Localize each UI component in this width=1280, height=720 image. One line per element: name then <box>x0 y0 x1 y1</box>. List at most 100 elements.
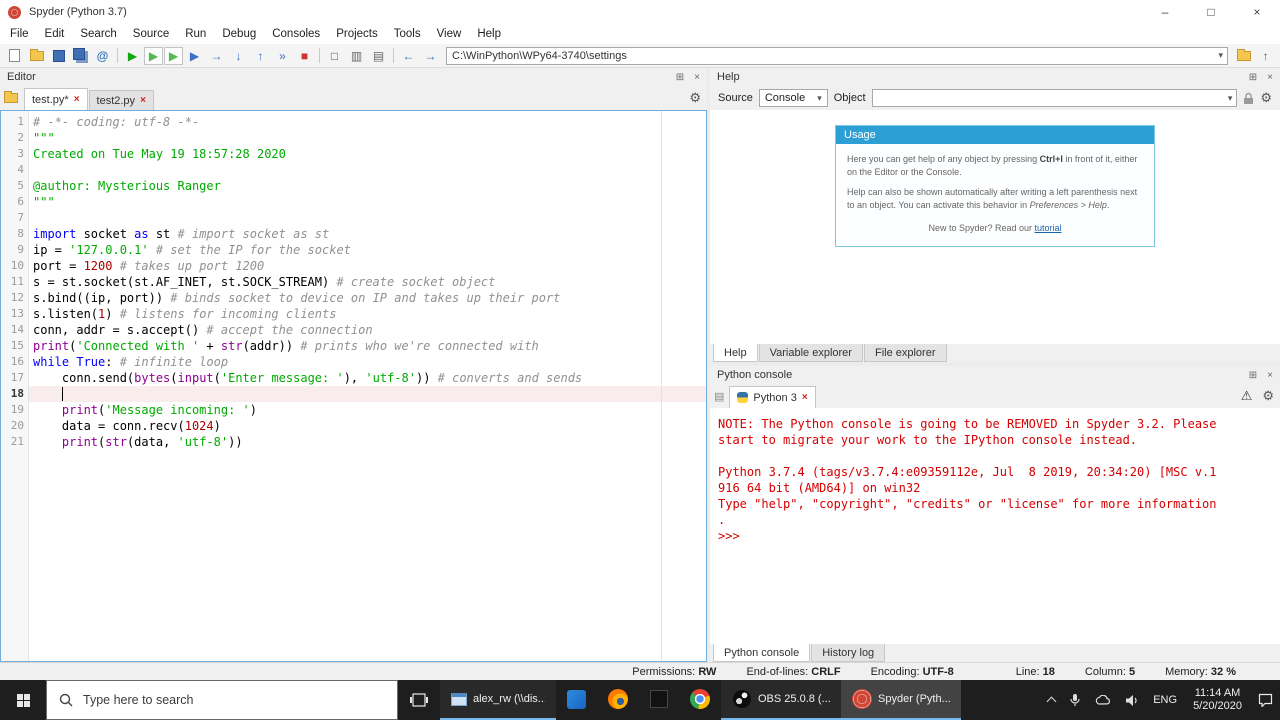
taskbar-app-obs[interactable]: OBS 25.0.8 (... <box>721 680 841 720</box>
tutorial-link[interactable]: tutorial <box>1035 223 1062 233</box>
run-cell-advance-button[interactable]: ▶ <box>164 46 183 65</box>
speaker-icon[interactable] <box>1118 680 1146 720</box>
taskbar-app-blue-app[interactable] <box>556 680 597 720</box>
code-line[interactable]: 18 <box>1 386 706 402</box>
code-line[interactable]: 1 # -*- coding: utf-8 -*- <box>1 114 706 130</box>
help-options-gear-icon[interactable]: ⚙ <box>1260 90 1272 106</box>
close-pane-icon[interactable]: × <box>1267 72 1273 83</box>
forward-button[interactable]: → <box>420 45 441 66</box>
taskbar-app-spyder[interactable]: Spyder (Pyth... <box>841 680 961 720</box>
stop-button[interactable]: ■ <box>294 45 315 66</box>
undock-pane-icon[interactable]: ⊞ <box>676 72 684 83</box>
code-line[interactable]: 12 s.bind((ip, port)) # binds socket to d… <box>1 290 706 306</box>
tab-close-icon[interactable]: × <box>140 95 146 106</box>
menu-item-help[interactable]: Help <box>469 24 509 44</box>
browse-directory-button[interactable] <box>1233 45 1254 66</box>
open-file-button[interactable] <box>26 45 47 66</box>
close-button[interactable]: × <box>1234 0 1280 24</box>
tab-close-icon[interactable]: × <box>74 94 80 105</box>
onedrive-cloud-icon[interactable] <box>1088 680 1118 720</box>
close-pane-icon[interactable]: × <box>1267 370 1273 381</box>
warning-icon[interactable]: ⚠ <box>1241 388 1253 404</box>
code-line[interactable]: 3 Created on Tue May 19 18:57:28 2020 <box>1 146 706 162</box>
step-return-button[interactable]: ↑ <box>250 45 271 66</box>
browse-tabs-icon[interactable]: ▤ <box>714 390 724 403</box>
search-input[interactable] <box>83 693 333 707</box>
object-combo[interactable]: ▾ <box>871 89 1238 107</box>
chevron-down-icon[interactable]: ▾ <box>1228 93 1233 104</box>
menu-item-consoles[interactable]: Consoles <box>264 24 328 44</box>
undock-pane-icon[interactable]: ⊞ <box>1249 72 1257 83</box>
save-all-button[interactable] <box>70 45 91 66</box>
action-center-button[interactable] <box>1251 680 1280 720</box>
source-select[interactable]: Console ▾ <box>758 89 828 107</box>
maximize-pane-button[interactable]: □ <box>324 45 345 66</box>
bottom-tab-help[interactable]: Help <box>713 344 758 362</box>
code-line[interactable]: 15 print('Connected with ' + str(addr)) #… <box>1 338 706 354</box>
microphone-icon[interactable] <box>1062 680 1088 720</box>
bottom-tab-python-console[interactable]: Python console <box>713 644 811 662</box>
editor-tab-testpy[interactable]: test.py* × <box>24 88 88 110</box>
code-line[interactable]: 11 s = st.socket(st.AF_INET, st.SOCK_STRE… <box>1 274 706 290</box>
menu-item-edit[interactable]: Edit <box>37 24 73 44</box>
tab-close-icon[interactable]: × <box>802 392 808 403</box>
language-indicator[interactable]: ENG <box>1146 680 1184 720</box>
step-over-button[interactable]: → <box>206 45 227 66</box>
menu-item-projects[interactable]: Projects <box>328 24 386 44</box>
code-line[interactable]: 13 s.listen(1) # listens for incoming cli… <box>1 306 706 322</box>
close-pane-icon[interactable]: × <box>694 72 700 83</box>
taskbar-search[interactable] <box>46 680 398 720</box>
save-button[interactable] <box>48 45 69 66</box>
code-line[interactable]: 7 <box>1 210 706 226</box>
taskbar-app-firefox[interactable] <box>597 680 639 720</box>
code-line[interactable]: 17 conn.send(bytes(input('Enter message:… <box>1 370 706 386</box>
bottom-tab-history-log[interactable]: History log <box>811 644 886 662</box>
menu-item-view[interactable]: View <box>429 24 470 44</box>
code-line[interactable]: 5 @author: Mysterious Ranger <box>1 178 706 194</box>
chevron-down-icon[interactable]: ▾ <box>1214 50 1227 61</box>
code-line[interactable]: 6 """ <box>1 194 706 210</box>
code-line[interactable]: 10 port = 1200 # takes up port 1200 <box>1 258 706 274</box>
bottom-tab-variable-explorer[interactable]: Variable explorer <box>758 344 863 362</box>
split-horizontal-button[interactable]: ▤ <box>368 45 389 66</box>
working-directory-combo[interactable]: C:\WinPython\WPy64-3740\settings ▾ <box>446 46 1228 65</box>
taskbar-app-explorer-window[interactable]: alex_rw (\\dis... <box>440 680 556 720</box>
console-options-gear-icon[interactable]: ⚙ <box>1262 388 1274 404</box>
back-button[interactable]: ← <box>398 45 419 66</box>
editor-options-gear-icon[interactable]: ⚙ <box>689 90 701 106</box>
console-tab-python3[interactable]: Python 3 × <box>729 386 816 408</box>
menu-item-search[interactable]: Search <box>72 24 124 44</box>
split-vertical-button[interactable]: ▥ <box>346 45 367 66</box>
lock-icon[interactable] <box>1243 92 1254 105</box>
new-file-button[interactable] <box>4 45 25 66</box>
taskbar-app-dark-app[interactable] <box>639 680 679 720</box>
taskbar-app-chrome[interactable] <box>679 680 721 720</box>
run-cell-button[interactable]: ▶ <box>144 46 163 65</box>
undock-pane-icon[interactable]: ⊞ <box>1249 370 1257 381</box>
console-output[interactable]: NOTE: The Python console is going to be … <box>710 408 1280 644</box>
code-line[interactable]: 19 print('Message incoming: ') <box>1 402 706 418</box>
continue-button[interactable]: » <box>272 45 293 66</box>
menu-item-run[interactable]: Run <box>177 24 214 44</box>
bottom-tab-file-explorer[interactable]: File explorer <box>863 344 947 362</box>
code-line[interactable]: 4 <box>1 162 706 178</box>
task-view-button[interactable] <box>398 680 440 720</box>
step-into-button[interactable]: ↓ <box>228 45 249 66</box>
maximize-button[interactable]: □ <box>1188 0 1234 24</box>
code-line[interactable]: 21 print(str(data, 'utf-8')) <box>1 434 706 450</box>
code-line[interactable]: 9 ip = '127.0.0.1' # set the IP for the s… <box>1 242 706 258</box>
editor-tab-test2py[interactable]: test2.py × <box>88 90 154 110</box>
find-symbols-button[interactable]: @ <box>92 45 113 66</box>
object-input[interactable] <box>872 90 1228 106</box>
parent-directory-button[interactable]: ↑ <box>1255 45 1276 66</box>
menu-item-source[interactable]: Source <box>125 24 177 44</box>
tray-chevron-up-icon[interactable] <box>1041 680 1062 720</box>
code-editor[interactable]: 1 # -*- coding: utf-8 -*- 2 """ 3 Created on … <box>0 110 707 662</box>
minimize-button[interactable]: – <box>1142 0 1188 24</box>
code-line[interactable]: 20 data = conn.recv(1024) <box>1 418 706 434</box>
clock[interactable]: 11:14 AM 5/20/2020 <box>1184 687 1251 713</box>
code-line[interactable]: 16 while True: # infinite loop <box>1 354 706 370</box>
run-file-button[interactable]: ▶ <box>122 45 143 66</box>
menu-item-file[interactable]: File <box>2 24 37 44</box>
code-line[interactable]: 14 conn, addr = s.accept() # accept the c… <box>1 322 706 338</box>
